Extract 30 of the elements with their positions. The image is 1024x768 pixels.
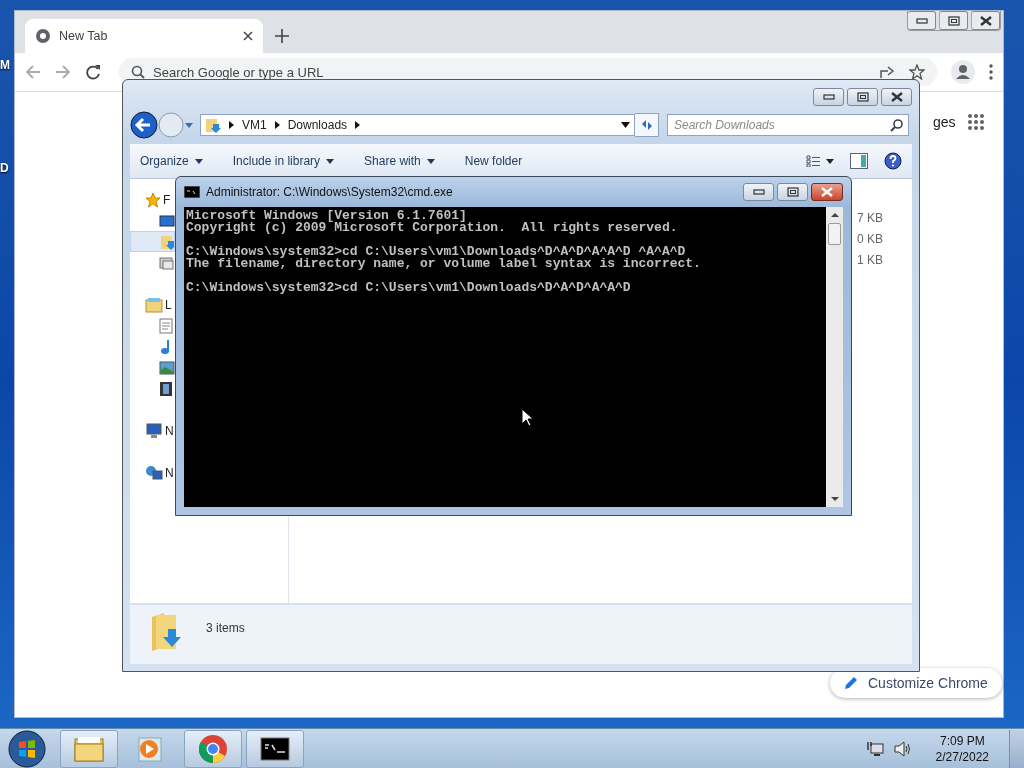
desktop-icon-label: D: [0, 161, 9, 175]
item-count-text: 3 items: [206, 621, 245, 635]
file-size-text: 7 KB: [857, 211, 883, 225]
customize-chrome-button[interactable]: Customize Chrome: [830, 668, 1002, 698]
console-line: The filename, directory name, or volume label syntax is incorrect.: [186, 258, 702, 270]
images-link[interactable]: ges: [933, 114, 956, 130]
breadcrumb-item[interactable]: Downloads: [287, 118, 348, 132]
clock[interactable]: 7:09 PM 2/27/2022: [935, 734, 989, 764]
console-line: Microsoft Windows [Version 6.1.7601]: [186, 210, 467, 222]
command-button[interactable]: Include in library: [232, 154, 335, 168]
nav-pane-item[interactable]: L: [145, 294, 172, 315]
console-line: C:\Windows\system32>cd C:\Users\vm1\Downloads^D^A^D^A^A^D ^A^A^D: [186, 246, 686, 258]
nav-pane-item[interactable]: N: [145, 462, 174, 483]
command-button[interactable]: New folder: [464, 154, 523, 168]
file-size-text: 1 KB: [857, 253, 883, 267]
time-text: 7:09 PM: [939, 734, 985, 748]
date-text: 2/27/2022: [935, 750, 989, 764]
address-bar[interactable]: VM1 Downloads: [200, 114, 635, 136]
window-title: Administrator: C:\Windows\System32\cmd.exe: [206, 185, 454, 199]
breadcrumb-item[interactable]: VM1: [242, 118, 267, 132]
command-button[interactable]: Share with: [364, 154, 435, 168]
browser-tab[interactable]: New Tab: [25, 19, 263, 53]
desktop-icon-label: M: [0, 58, 10, 72]
command-button[interactable]: Organize: [140, 154, 203, 168]
console-line: C:\Windows\system32>cd C:\Users\vm1\Downloads^D^A^D^A^A^D: [186, 282, 632, 294]
console-line: Copyright (c) 2009 Microsoft Corporation. All rights reserved.: [186, 222, 679, 234]
search-field[interactable]: Search Downloads: [667, 114, 909, 136]
nav-pane-item[interactable]: F: [145, 189, 171, 210]
file-size-text: 0 KB: [857, 232, 883, 246]
nav-pane-item[interactable]: N: [145, 420, 174, 441]
